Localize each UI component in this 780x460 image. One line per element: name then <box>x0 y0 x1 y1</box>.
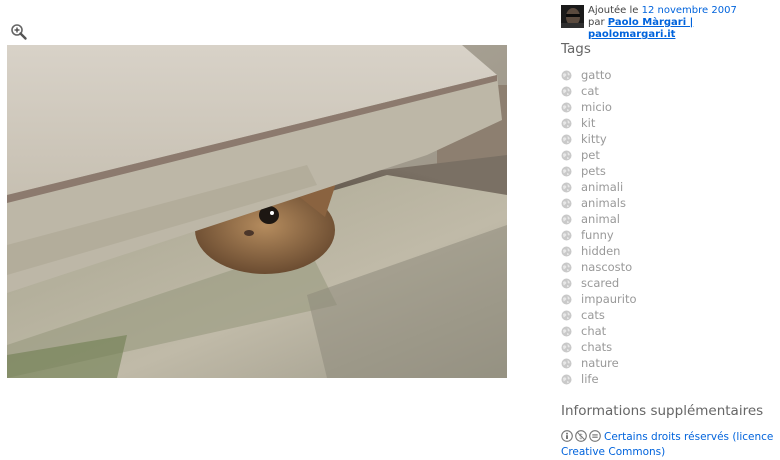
tag-item[interactable]: animali <box>561 179 637 195</box>
avatar[interactable] <box>561 5 584 28</box>
globe-icon <box>561 230 572 241</box>
tag-item[interactable]: micio <box>561 99 637 115</box>
tag-item[interactable]: kitty <box>561 131 637 147</box>
tag-item[interactable]: nature <box>561 355 637 371</box>
tag-label[interactable]: nature <box>581 356 619 370</box>
tag-item[interactable]: gatto <box>561 67 637 83</box>
license-info: $ Certains droits réservés (licence Crea… <box>561 430 776 460</box>
tag-label[interactable]: animali <box>581 180 623 194</box>
globe-icon <box>561 182 572 193</box>
tag-item[interactable]: hidden <box>561 243 637 259</box>
tag-item[interactable]: scared <box>561 275 637 291</box>
globe-icon <box>561 214 572 225</box>
globe-icon <box>561 326 572 337</box>
tag-item[interactable]: cats <box>561 307 637 323</box>
cc-license-icons: $ <box>561 430 601 442</box>
globe-icon <box>561 166 572 177</box>
tag-label[interactable]: chats <box>581 340 612 354</box>
tag-label[interactable]: micio <box>581 100 612 114</box>
tag-label[interactable]: chat <box>581 324 606 338</box>
tag-label[interactable]: funny <box>581 228 614 242</box>
globe-icon <box>561 118 572 129</box>
globe-icon <box>561 358 572 369</box>
tag-item[interactable]: animals <box>561 195 637 211</box>
globe-icon <box>561 310 572 321</box>
tag-label[interactable]: gatto <box>581 68 611 82</box>
uploaded-date-link[interactable]: 12 novembre 2007 <box>642 5 737 16</box>
cc-attribution-icon <box>561 430 573 442</box>
uploaded-info: Ajoutée le 12 novembre 2007 par Paolo Mà… <box>561 5 776 40</box>
tag-label[interactable]: pets <box>581 164 606 178</box>
tag-item[interactable]: kit <box>561 115 637 131</box>
tag-label[interactable]: life <box>581 372 599 386</box>
tag-label[interactable]: cat <box>581 84 599 98</box>
tag-item[interactable]: chat <box>561 323 637 339</box>
tag-item[interactable]: cat <box>561 83 637 99</box>
globe-icon <box>561 198 572 209</box>
globe-icon <box>561 86 572 97</box>
globe-icon <box>561 278 572 289</box>
globe-icon <box>561 294 572 305</box>
additional-info-heading: Informations supplémentaires <box>561 403 764 419</box>
globe-icon <box>561 134 572 145</box>
photo-sidebar: Ajoutée le 12 novembre 2007 par Paolo Mà… <box>561 5 776 458</box>
tag-label[interactable]: scared <box>581 276 619 290</box>
tag-label[interactable]: pet <box>581 148 600 162</box>
tag-label[interactable]: animals <box>581 196 626 210</box>
uploaded-by: par <box>588 17 605 28</box>
zoom-in-icon[interactable] <box>10 23 28 41</box>
globe-icon <box>561 342 572 353</box>
globe-icon <box>561 246 572 257</box>
tag-label[interactable]: kit <box>581 116 595 130</box>
tag-label[interactable]: hidden <box>581 244 620 258</box>
globe-icon <box>561 262 572 273</box>
cc-noncommercial-icon: $ <box>575 430 587 442</box>
tag-item[interactable]: impaurito <box>561 291 637 307</box>
tag-label[interactable]: nascosto <box>581 260 632 274</box>
tag-list: gatto cat micio kit kitty pet pets animali anima… <box>561 67 637 387</box>
tag-label[interactable]: cats <box>581 308 605 322</box>
tag-label[interactable]: animal <box>581 212 620 226</box>
tag-item[interactable]: nascosto <box>561 259 637 275</box>
tags-heading: Tags <box>561 41 591 57</box>
tag-label[interactable]: impaurito <box>581 292 637 306</box>
tag-item[interactable]: life <box>561 371 637 387</box>
main-photo[interactable] <box>7 45 507 378</box>
uploaded-prefix: Ajoutée le <box>588 5 639 16</box>
tag-item[interactable]: pets <box>561 163 637 179</box>
tag-item[interactable]: funny <box>561 227 637 243</box>
cc-noderivatives-icon <box>589 430 601 442</box>
tag-label[interactable]: kitty <box>581 132 607 146</box>
tag-item[interactable]: pet <box>561 147 637 163</box>
tag-item[interactable]: chats <box>561 339 637 355</box>
globe-icon <box>561 374 572 385</box>
tag-item[interactable]: animal <box>561 211 637 227</box>
globe-icon <box>561 150 572 161</box>
globe-icon <box>561 70 572 81</box>
globe-icon <box>561 102 572 113</box>
